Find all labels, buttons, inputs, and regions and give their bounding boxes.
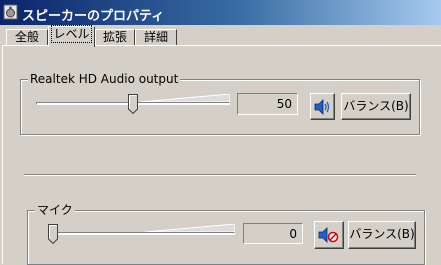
speaker-muted-icon — [318, 227, 339, 243]
tab-general[interactable]: 全般 — [6, 29, 48, 46]
device-name: マイク — [35, 203, 75, 217]
slider-thumb[interactable] — [128, 94, 138, 114]
tab-enhancements[interactable]: 拡張 — [95, 29, 135, 46]
mute-toggle-button[interactable] — [314, 221, 344, 249]
tab-label: レベル — [51, 25, 92, 43]
slider-thumb[interactable] — [48, 224, 58, 244]
speaker-properties-icon — [3, 4, 18, 20]
tab-label: 全般 — [14, 30, 39, 44]
separator — [24, 174, 416, 176]
output-volume-slider[interactable] — [36, 94, 230, 116]
window-title: スピーカーのプロパティ — [22, 9, 165, 24]
mic-volume-slider[interactable] — [48, 224, 235, 246]
tab-levels[interactable]: レベル — [48, 25, 95, 47]
device-name: Realtek HD Audio output — [28, 72, 181, 86]
balance-button[interactable]: バランス(B) — [348, 221, 416, 249]
title-bar[interactable]: スピーカーのプロパティ — [0, 0, 441, 25]
speaker-icon — [314, 99, 330, 115]
mute-toggle-button[interactable] — [310, 93, 335, 120]
tab-advanced[interactable]: 詳細 — [135, 29, 177, 46]
tab-label: 拡張 — [102, 30, 127, 44]
output-volume-value: 50 — [237, 93, 298, 115]
tab-strip: 全般 レベル 拡張 詳細 — [0, 25, 441, 47]
tab-label: 詳細 — [143, 30, 168, 44]
mic-volume-value: 0 — [243, 223, 303, 244]
balance-button[interactable]: バランス(B) — [341, 93, 411, 120]
slider-track — [48, 232, 235, 235]
